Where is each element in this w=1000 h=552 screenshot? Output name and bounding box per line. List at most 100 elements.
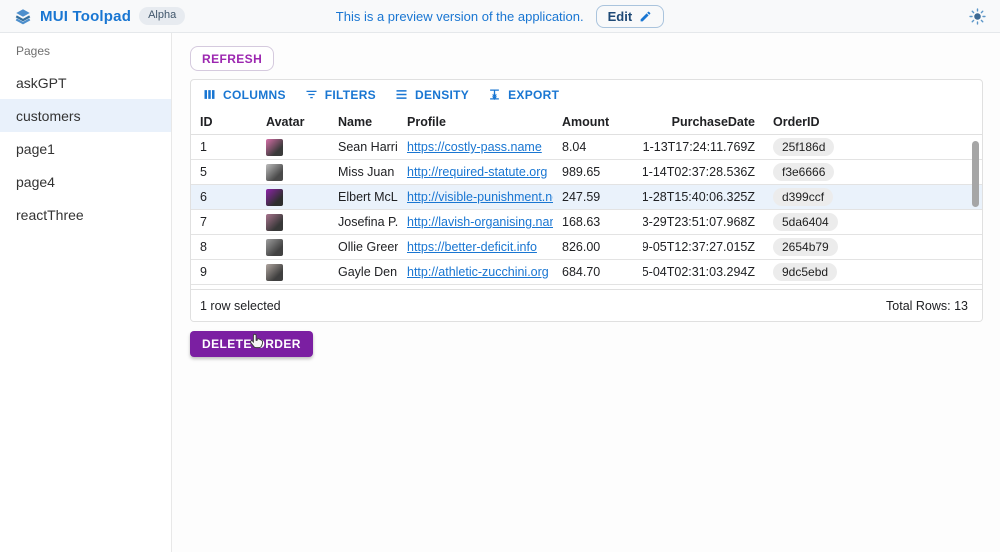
refresh-button[interactable]: REFRESH: [190, 46, 274, 71]
cell-purchase-date: 2076-03-29T23:51:07.968Z: [643, 215, 764, 229]
cell-purchase-date: 1997-11-13T17:24:11.769Z: [643, 140, 764, 154]
export-icon: [487, 87, 502, 102]
sidebar-item-label: page1: [16, 141, 55, 157]
table-row[interactable]: 5 Miss Juan ... http://required-statute.…: [191, 160, 982, 185]
sidebar-item-customers[interactable]: customers: [0, 99, 171, 132]
grid-header-row: IDAvatarNameProfileAmountPurchaseDateOrd…: [191, 109, 982, 135]
cell-name: Sean Harris: [329, 140, 398, 154]
table-row[interactable]: 6 Elbert McL... http://visible-punishmen…: [191, 185, 982, 210]
cell-purchase-date: 2086-09-05T12:37:27.015Z: [643, 240, 764, 254]
column-header-id[interactable]: ID: [191, 115, 257, 129]
sidebar: Pages askGPT customers page1 page4 react…: [0, 33, 172, 552]
column-header-orderid[interactable]: OrderID: [764, 115, 982, 129]
profile-link[interactable]: http://required-statute.org: [407, 165, 547, 179]
cell-order-id: f3e6666: [764, 163, 982, 181]
order-id-chip: f3e6666: [773, 163, 834, 181]
cell-amount: 826.00: [553, 240, 643, 254]
cell-profile: https://better-deficit.info: [398, 240, 553, 254]
sidebar-item-askGPT[interactable]: askGPT: [0, 66, 171, 99]
filters-button[interactable]: FILTERS: [298, 83, 382, 106]
sidebar-items: askGPT customers page1 page4 reactThree: [0, 66, 171, 231]
order-id-chip: 25f186d: [773, 138, 834, 156]
sidebar-item-label: reactThree: [16, 207, 84, 223]
cell-id: 6: [191, 190, 257, 204]
cell-avatar: [257, 214, 329, 231]
column-header-avatar[interactable]: Avatar: [257, 115, 329, 129]
export-button[interactable]: EXPORT: [481, 83, 565, 106]
main-content: REFRESH COLUMNS FILTERS DENSITY EXPORT I…: [172, 33, 1000, 552]
preview-message: This is a preview version of the applica…: [336, 9, 584, 24]
profile-link[interactable]: http://athletic-zucchini.org: [407, 265, 549, 279]
brand: MUI Toolpad Alpha: [14, 7, 185, 25]
density-icon: [394, 87, 409, 102]
toolbar-button-label: EXPORT: [508, 88, 559, 102]
alpha-badge: Alpha: [139, 7, 185, 24]
cell-profile: https://costly-pass.name: [398, 140, 553, 154]
cell-avatar: [257, 139, 329, 156]
pages-section-label: Pages: [0, 33, 171, 66]
cell-id: 9: [191, 265, 257, 279]
cell-profile: http://required-statute.org: [398, 165, 553, 179]
delete-order-button[interactable]: DELETE ORDER: [190, 331, 313, 357]
sidebar-item-page4[interactable]: page4: [0, 165, 171, 198]
cell-id: 1: [191, 140, 257, 154]
table-row[interactable]: 7 Josefina P... http://lavish-organising…: [191, 210, 982, 235]
order-id-chip: d399ccf: [773, 188, 833, 206]
cell-avatar: [257, 264, 329, 281]
order-id-chip: 2654b79: [773, 238, 838, 256]
cell-purchase-date: 2014-01-14T02:37:28.536Z: [643, 165, 764, 179]
cell-profile: http://lavish-organising.name: [398, 215, 553, 229]
column-header-amount[interactable]: Amount: [553, 115, 643, 129]
cell-id: 7: [191, 215, 257, 229]
columns-button[interactable]: COLUMNS: [196, 83, 292, 106]
edit-button[interactable]: Edit: [596, 5, 665, 28]
app-bar: MUI Toolpad Alpha This is a preview vers…: [0, 0, 1000, 33]
cell-amount: 684.70: [553, 265, 643, 279]
sidebar-item-label: customers: [16, 108, 81, 124]
table-row[interactable]: 9 Gayle Den... http://athletic-zucchini.…: [191, 260, 982, 285]
cell-id: 5: [191, 165, 257, 179]
avatar: [266, 264, 283, 281]
vertical-scrollbar[interactable]: [972, 139, 979, 289]
order-id-chip: 9dc5ebd: [773, 263, 837, 281]
density-button[interactable]: DENSITY: [388, 83, 475, 106]
edit-button-label: Edit: [608, 9, 633, 24]
cell-purchase-date: 2088-05-04T02:31:03.294Z: [643, 265, 764, 279]
avatar: [266, 164, 283, 181]
columns-icon: [202, 87, 217, 102]
sidebar-item-label: askGPT: [16, 75, 67, 91]
cell-profile: http://visible-punishment.net: [398, 190, 553, 204]
sidebar-item-label: page4: [16, 174, 55, 190]
data-grid: COLUMNS FILTERS DENSITY EXPORT IDAvatarN…: [190, 79, 983, 322]
profile-link[interactable]: http://visible-punishment.net: [407, 190, 553, 204]
column-header-name[interactable]: Name: [329, 115, 398, 129]
profile-link[interactable]: http://lavish-organising.name: [407, 215, 553, 229]
cell-name: Ollie Green...: [329, 240, 398, 254]
column-header-purchasedate[interactable]: PurchaseDate: [643, 115, 764, 129]
profile-link[interactable]: https://costly-pass.name: [407, 140, 542, 154]
table-row[interactable]: 1 Sean Harris https://costly-pass.name 8…: [191, 135, 982, 160]
cell-name: Elbert McL...: [329, 190, 398, 204]
cell-avatar: [257, 239, 329, 256]
avatar: [266, 139, 283, 156]
cell-order-id: 5da6404: [764, 213, 982, 231]
scrollbar-thumb[interactable]: [972, 141, 979, 207]
cell-amount: 989.65: [553, 165, 643, 179]
table-row[interactable]: 8 Ollie Green... https://better-deficit.…: [191, 235, 982, 260]
cell-order-id: 9dc5ebd: [764, 263, 982, 281]
avatar: [266, 189, 283, 206]
column-header-profile[interactable]: Profile: [398, 115, 553, 129]
avatar: [266, 214, 283, 231]
sidebar-item-reactThree[interactable]: reactThree: [0, 198, 171, 231]
sidebar-item-page1[interactable]: page1: [0, 132, 171, 165]
cell-amount: 247.59: [553, 190, 643, 204]
profile-link[interactable]: https://better-deficit.info: [407, 240, 537, 254]
cell-name: Josefina P...: [329, 215, 398, 229]
theme-toggle-button[interactable]: [969, 8, 986, 25]
avatar: [266, 239, 283, 256]
app-title: MUI Toolpad: [40, 8, 131, 25]
filter-icon: [304, 87, 319, 102]
cell-name: Miss Juan ...: [329, 165, 398, 179]
cell-purchase-date: 2045-01-28T15:40:06.325Z: [643, 190, 764, 204]
cell-amount: 168.63: [553, 215, 643, 229]
